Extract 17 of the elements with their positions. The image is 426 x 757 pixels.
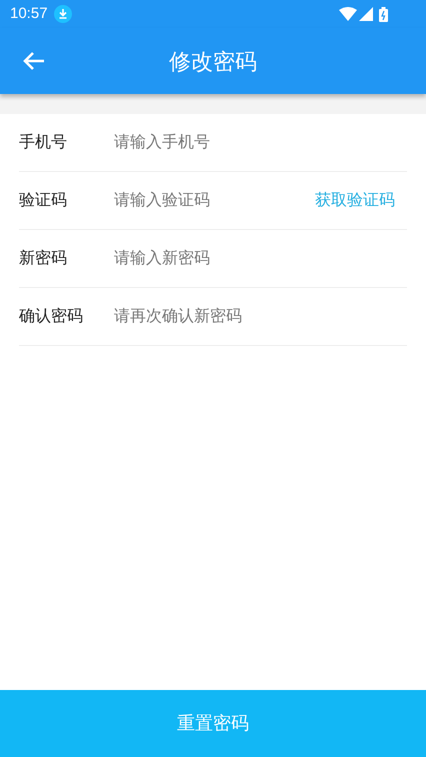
input-field[interactable]: 请输入手机号 bbox=[114, 130, 407, 154]
input-field[interactable]: 请输入新密码 bbox=[114, 246, 407, 270]
field-label: 新密码 bbox=[19, 248, 68, 268]
field-label: 手机号 bbox=[19, 132, 68, 152]
wifi-icon bbox=[339, 7, 357, 21]
download-icon bbox=[54, 5, 72, 23]
input-field[interactable]: 请输入验证码 bbox=[114, 188, 315, 212]
get-code-link[interactable]: 获取验证码 bbox=[315, 188, 395, 212]
field-label: 确认密码 bbox=[19, 306, 84, 326]
page-title: 修改密码 bbox=[169, 48, 257, 76]
reset-password-button[interactable]: 重置密码 bbox=[0, 690, 426, 757]
status-time: 10:57 bbox=[10, 4, 48, 24]
field-label: 验证码 bbox=[19, 190, 68, 210]
battery-icon bbox=[379, 6, 388, 22]
input-field[interactable]: 请再次确认新密码 bbox=[114, 304, 407, 328]
back-arrow-icon bbox=[23, 52, 45, 70]
signal-icon bbox=[359, 7, 373, 21]
